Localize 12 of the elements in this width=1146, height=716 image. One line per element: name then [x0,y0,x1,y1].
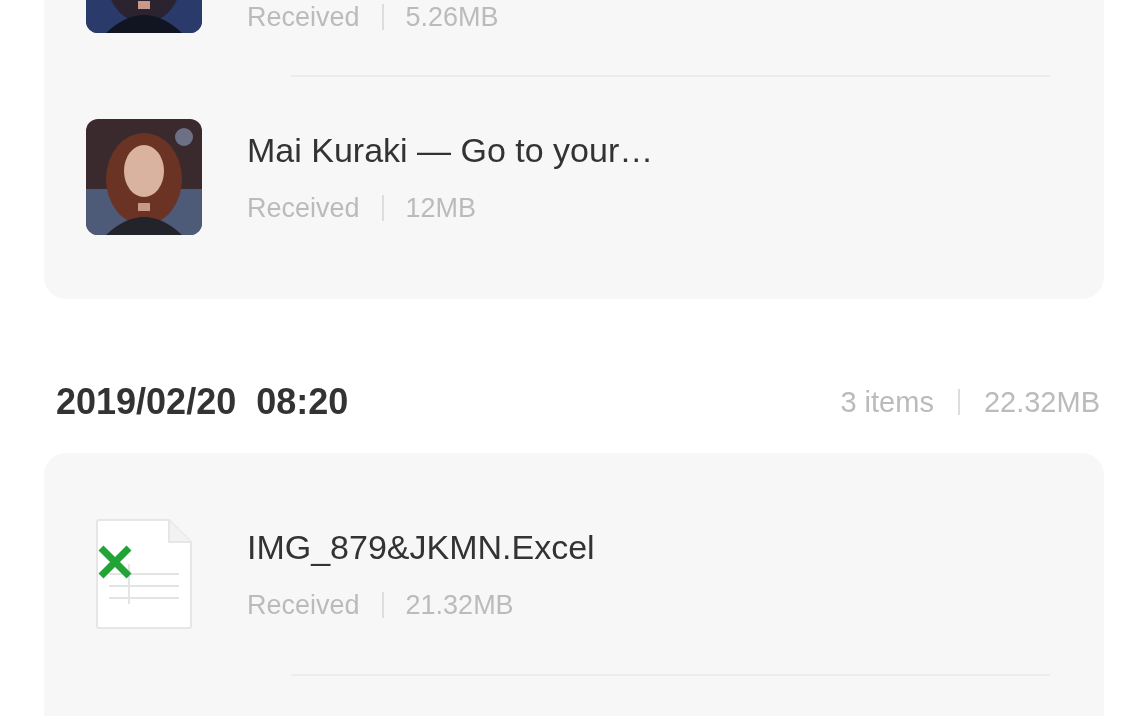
item-count: 3 items [840,385,934,419]
file-size: 21.32MB [405,589,514,621]
status-label: Received [247,192,360,224]
status-label: Received [247,589,360,621]
file-title[interactable]: Mai Kuraki — Go to your… [247,130,654,170]
group-date: 2019/02/20 08:20 [56,381,349,423]
spreadsheet-file-icon [95,518,193,630]
file-size: 12MB [405,192,477,224]
file-title[interactable]: IMG_879&JKMN.Excel [247,527,595,567]
file-size: 5.26MB [405,1,499,33]
status-label: Received [247,1,360,33]
total-size: 22.32MB [983,385,1100,419]
